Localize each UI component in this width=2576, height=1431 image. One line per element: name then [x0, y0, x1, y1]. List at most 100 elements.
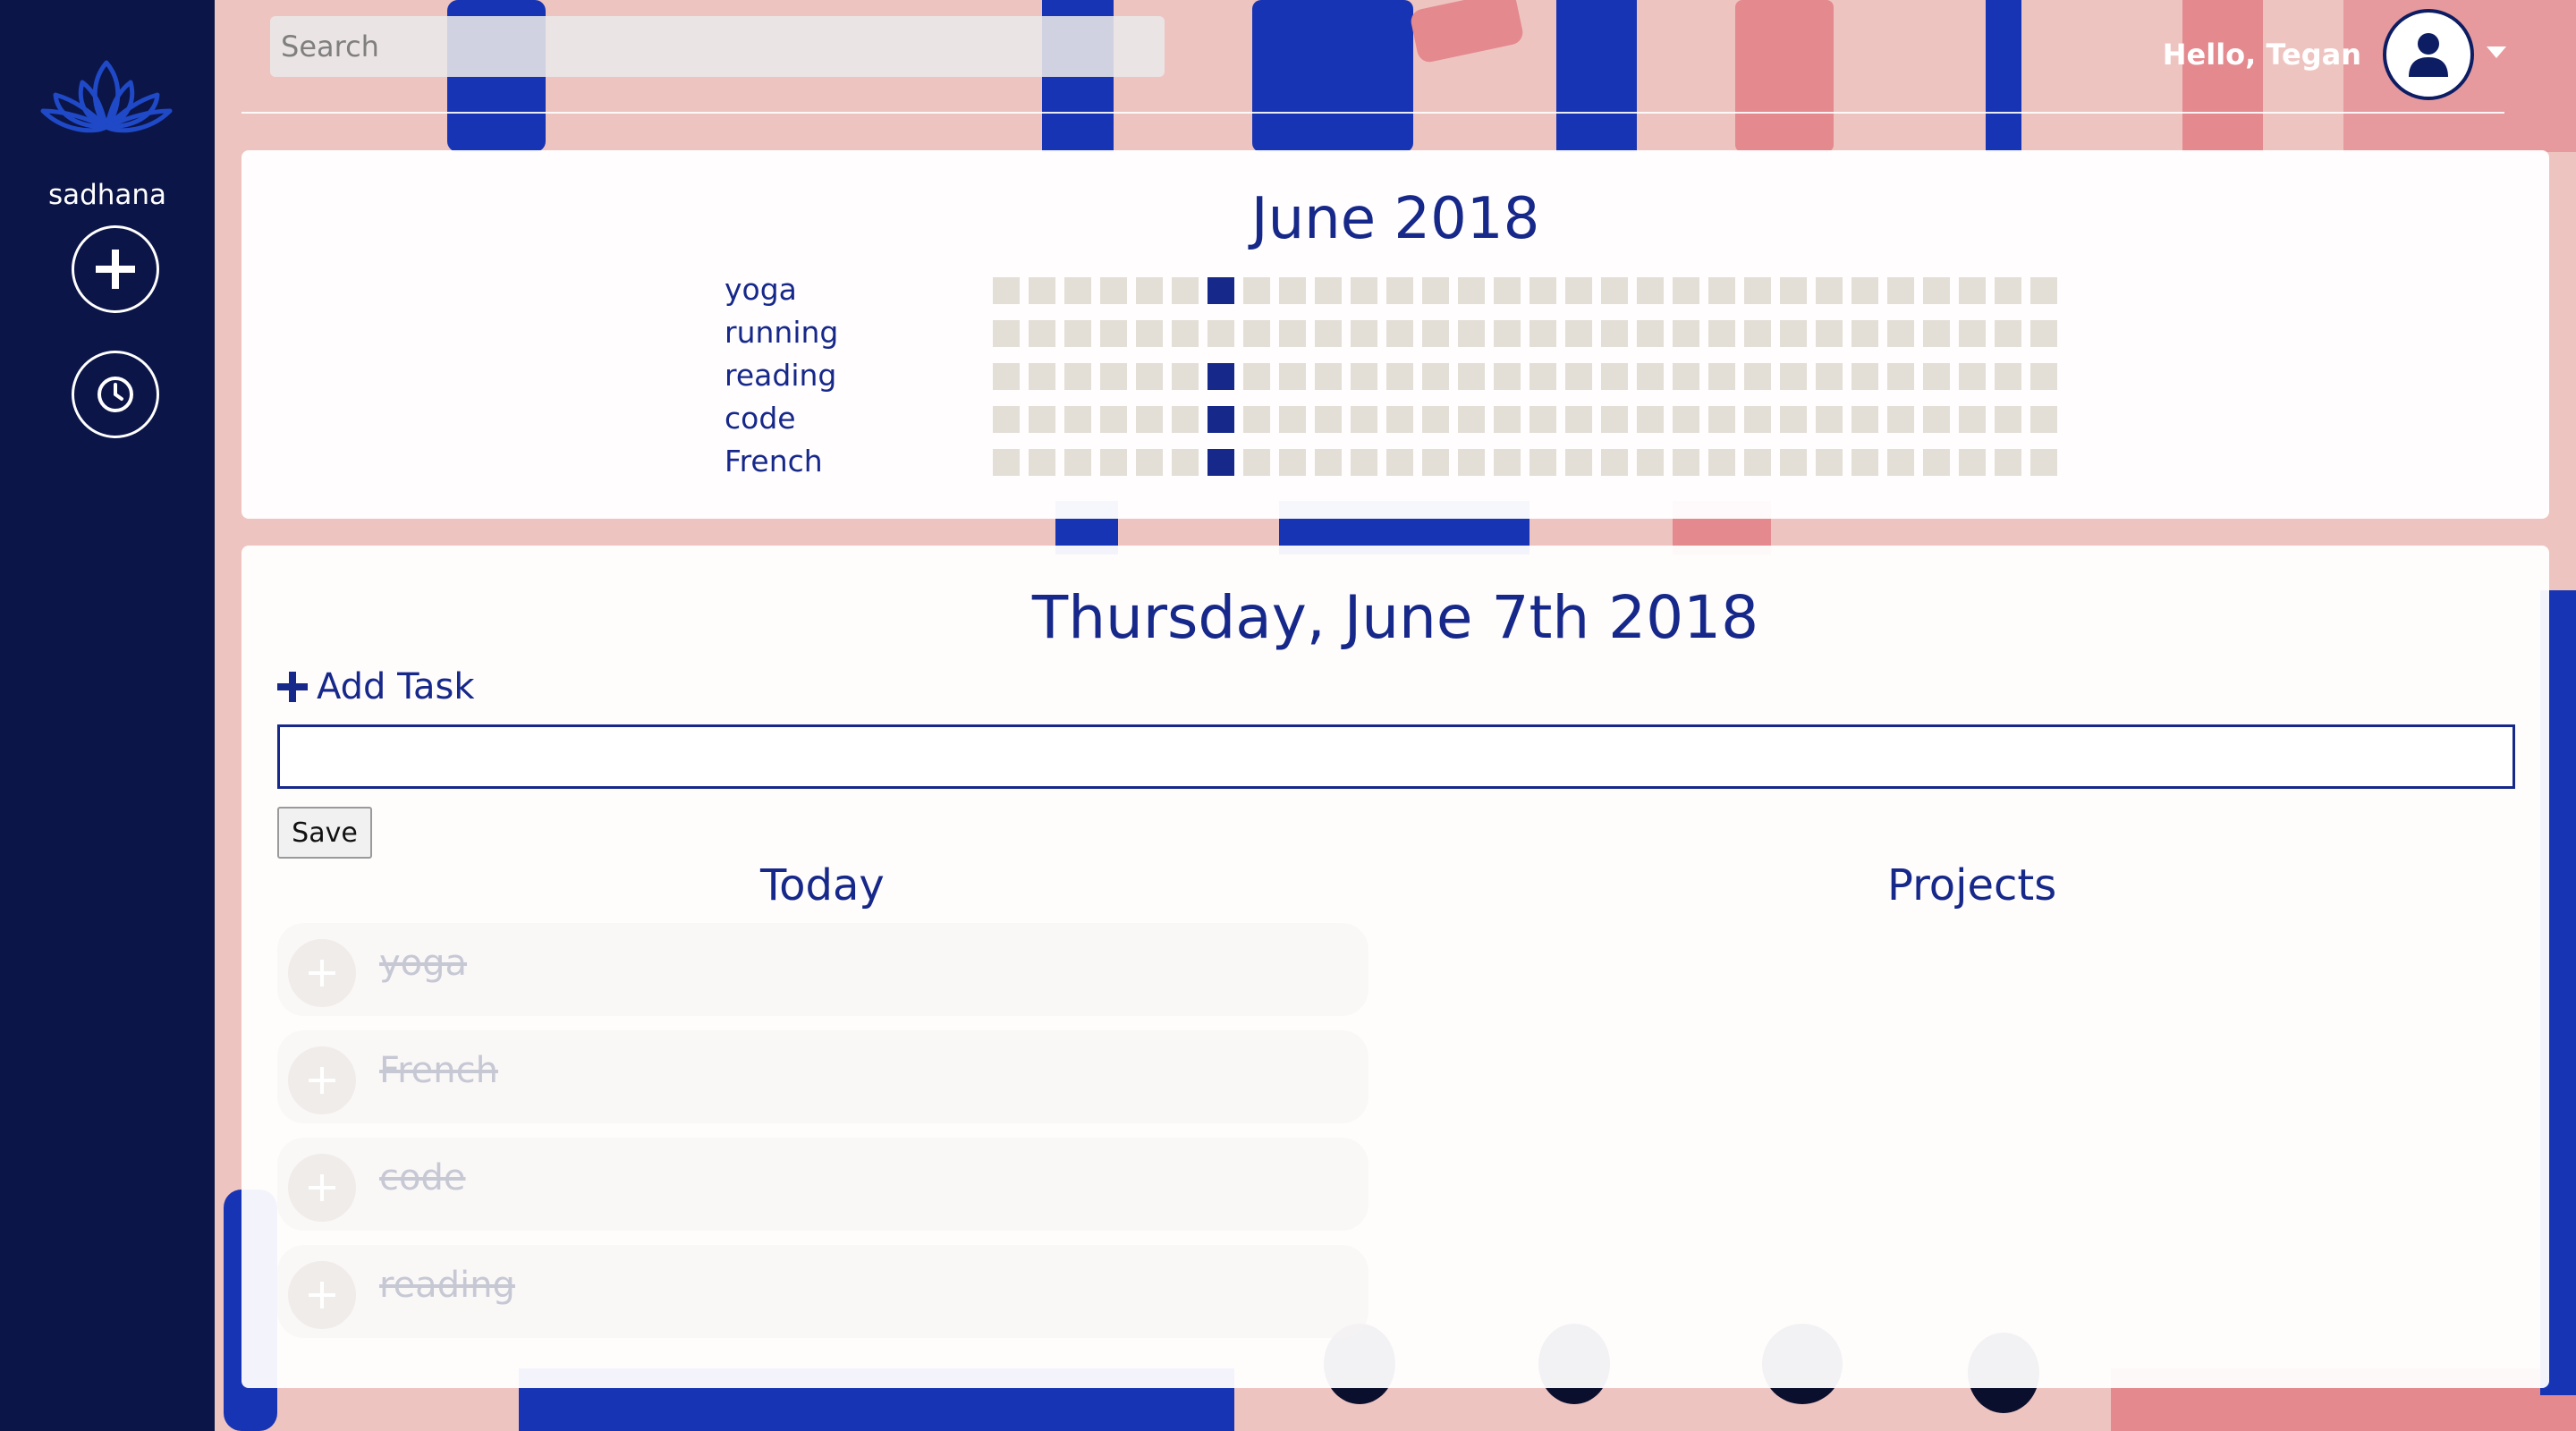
habit-day-cell[interactable] [1100, 277, 1127, 304]
task-plus-button[interactable] [288, 1046, 356, 1114]
habit-day-cell[interactable] [1029, 277, 1055, 304]
habit-day-cell[interactable] [1959, 406, 1986, 433]
habit-day-cell[interactable] [1243, 406, 1270, 433]
habit-day-cell[interactable] [1887, 406, 1914, 433]
habit-day-cell[interactable] [1959, 449, 1986, 476]
habit-day-cell[interactable] [1816, 406, 1843, 433]
add-habit-button[interactable] [72, 225, 159, 313]
habit-day-cell[interactable] [1351, 363, 1377, 390]
habit-day-cell[interactable] [1887, 320, 1914, 347]
task-plus-button[interactable] [288, 1261, 356, 1329]
habit-day-cell[interactable] [1744, 320, 1771, 347]
search-input[interactable] [270, 16, 1165, 77]
habit-day-cell[interactable] [1172, 320, 1199, 347]
habit-day-cell[interactable] [1565, 363, 1592, 390]
habit-day-cell[interactable] [1100, 320, 1127, 347]
habit-day-cell[interactable] [1208, 449, 1234, 476]
habit-day-cell[interactable] [1995, 277, 2021, 304]
habit-day-cell[interactable] [1744, 449, 1771, 476]
habit-day-cell[interactable] [1136, 363, 1163, 390]
habit-day-cell[interactable] [1565, 320, 1592, 347]
habit-day-cell[interactable] [1029, 406, 1055, 433]
habit-day-cell[interactable] [1530, 406, 1556, 433]
habit-day-cell[interactable] [1494, 277, 1521, 304]
habit-day-cell[interactable] [1422, 406, 1449, 433]
habit-day-cell[interactable] [1458, 363, 1485, 390]
habit-day-cell[interactable] [1351, 277, 1377, 304]
habit-day-cell[interactable] [1816, 320, 1843, 347]
habit-day-cell[interactable] [1279, 449, 1306, 476]
habit-day-cell[interactable] [1315, 363, 1342, 390]
caret-down-icon[interactable] [2487, 47, 2506, 59]
habit-day-cell[interactable] [1530, 320, 1556, 347]
habit-day-cell[interactable] [1995, 320, 2021, 347]
habit-day-cell[interactable] [1351, 320, 1377, 347]
habit-day-cell[interactable] [1422, 363, 1449, 390]
habit-day-cell[interactable] [1565, 406, 1592, 433]
habit-day-cell[interactable] [1100, 449, 1127, 476]
task-plus-button[interactable] [288, 1154, 356, 1222]
habit-day-cell[interactable] [1923, 277, 1950, 304]
habit-day-cell[interactable] [1458, 449, 1485, 476]
habit-day-cell[interactable] [1780, 277, 1807, 304]
habit-day-cell[interactable] [1816, 449, 1843, 476]
habit-day-cell[interactable] [1744, 406, 1771, 433]
habit-day-cell[interactable] [1816, 363, 1843, 390]
habit-day-cell[interactable] [1708, 406, 1735, 433]
habit-day-cell[interactable] [1208, 406, 1234, 433]
habit-day-cell[interactable] [1601, 277, 1628, 304]
habit-day-cell[interactable] [1029, 363, 1055, 390]
habit-day-cell[interactable] [1637, 363, 1664, 390]
habit-day-cell[interactable] [1887, 449, 1914, 476]
habit-day-cell[interactable] [1816, 277, 1843, 304]
habit-day-cell[interactable] [1959, 277, 1986, 304]
habit-day-cell[interactable] [1923, 449, 1950, 476]
habit-day-cell[interactable] [1995, 449, 2021, 476]
habit-day-cell[interactable] [1673, 277, 1699, 304]
habit-day-cell[interactable] [1136, 277, 1163, 304]
habit-day-cell[interactable] [1458, 406, 1485, 433]
habit-day-cell[interactable] [1279, 363, 1306, 390]
habit-day-cell[interactable] [993, 406, 1020, 433]
habit-day-cell[interactable] [1780, 363, 1807, 390]
habit-day-cell[interactable] [2030, 277, 2057, 304]
habit-day-cell[interactable] [1923, 320, 1950, 347]
habit-day-cell[interactable] [1959, 320, 1986, 347]
habit-day-cell[interactable] [1064, 449, 1091, 476]
habit-day-cell[interactable] [1780, 406, 1807, 433]
habit-day-cell[interactable] [2030, 320, 2057, 347]
habit-day-cell[interactable] [1673, 406, 1699, 433]
habit-day-cell[interactable] [1637, 320, 1664, 347]
task-plus-button[interactable] [288, 939, 356, 1007]
habit-day-cell[interactable] [1530, 363, 1556, 390]
habit-day-cell[interactable] [1243, 320, 1270, 347]
habit-day-cell[interactable] [1100, 363, 1127, 390]
habit-day-cell[interactable] [1923, 363, 1950, 390]
habit-day-cell[interactable] [2030, 363, 2057, 390]
add-task-button[interactable]: Add Task [277, 664, 474, 710]
habit-day-cell[interactable] [1494, 320, 1521, 347]
habit-day-cell[interactable] [1959, 363, 1986, 390]
habit-day-cell[interactable] [1064, 320, 1091, 347]
habit-day-cell[interactable] [1601, 363, 1628, 390]
habit-day-cell[interactable] [1386, 406, 1413, 433]
habit-day-cell[interactable] [1494, 406, 1521, 433]
habit-day-cell[interactable] [1422, 449, 1449, 476]
habit-day-cell[interactable] [993, 277, 1020, 304]
habit-day-cell[interactable] [1279, 320, 1306, 347]
habit-day-cell[interactable] [1172, 406, 1199, 433]
habit-day-cell[interactable] [1315, 277, 1342, 304]
habit-day-cell[interactable] [1422, 320, 1449, 347]
habit-day-cell[interactable] [1995, 406, 2021, 433]
habit-day-cell[interactable] [1315, 320, 1342, 347]
habit-day-cell[interactable] [993, 449, 1020, 476]
habit-day-cell[interactable] [1494, 449, 1521, 476]
habit-day-cell[interactable] [1136, 406, 1163, 433]
task-input[interactable] [277, 724, 2515, 789]
habit-day-cell[interactable] [1673, 363, 1699, 390]
habit-day-cell[interactable] [1744, 363, 1771, 390]
habit-day-cell[interactable] [1208, 320, 1234, 347]
habit-day-cell[interactable] [1601, 406, 1628, 433]
habit-day-cell[interactable] [1243, 449, 1270, 476]
habit-day-cell[interactable] [1852, 449, 1878, 476]
